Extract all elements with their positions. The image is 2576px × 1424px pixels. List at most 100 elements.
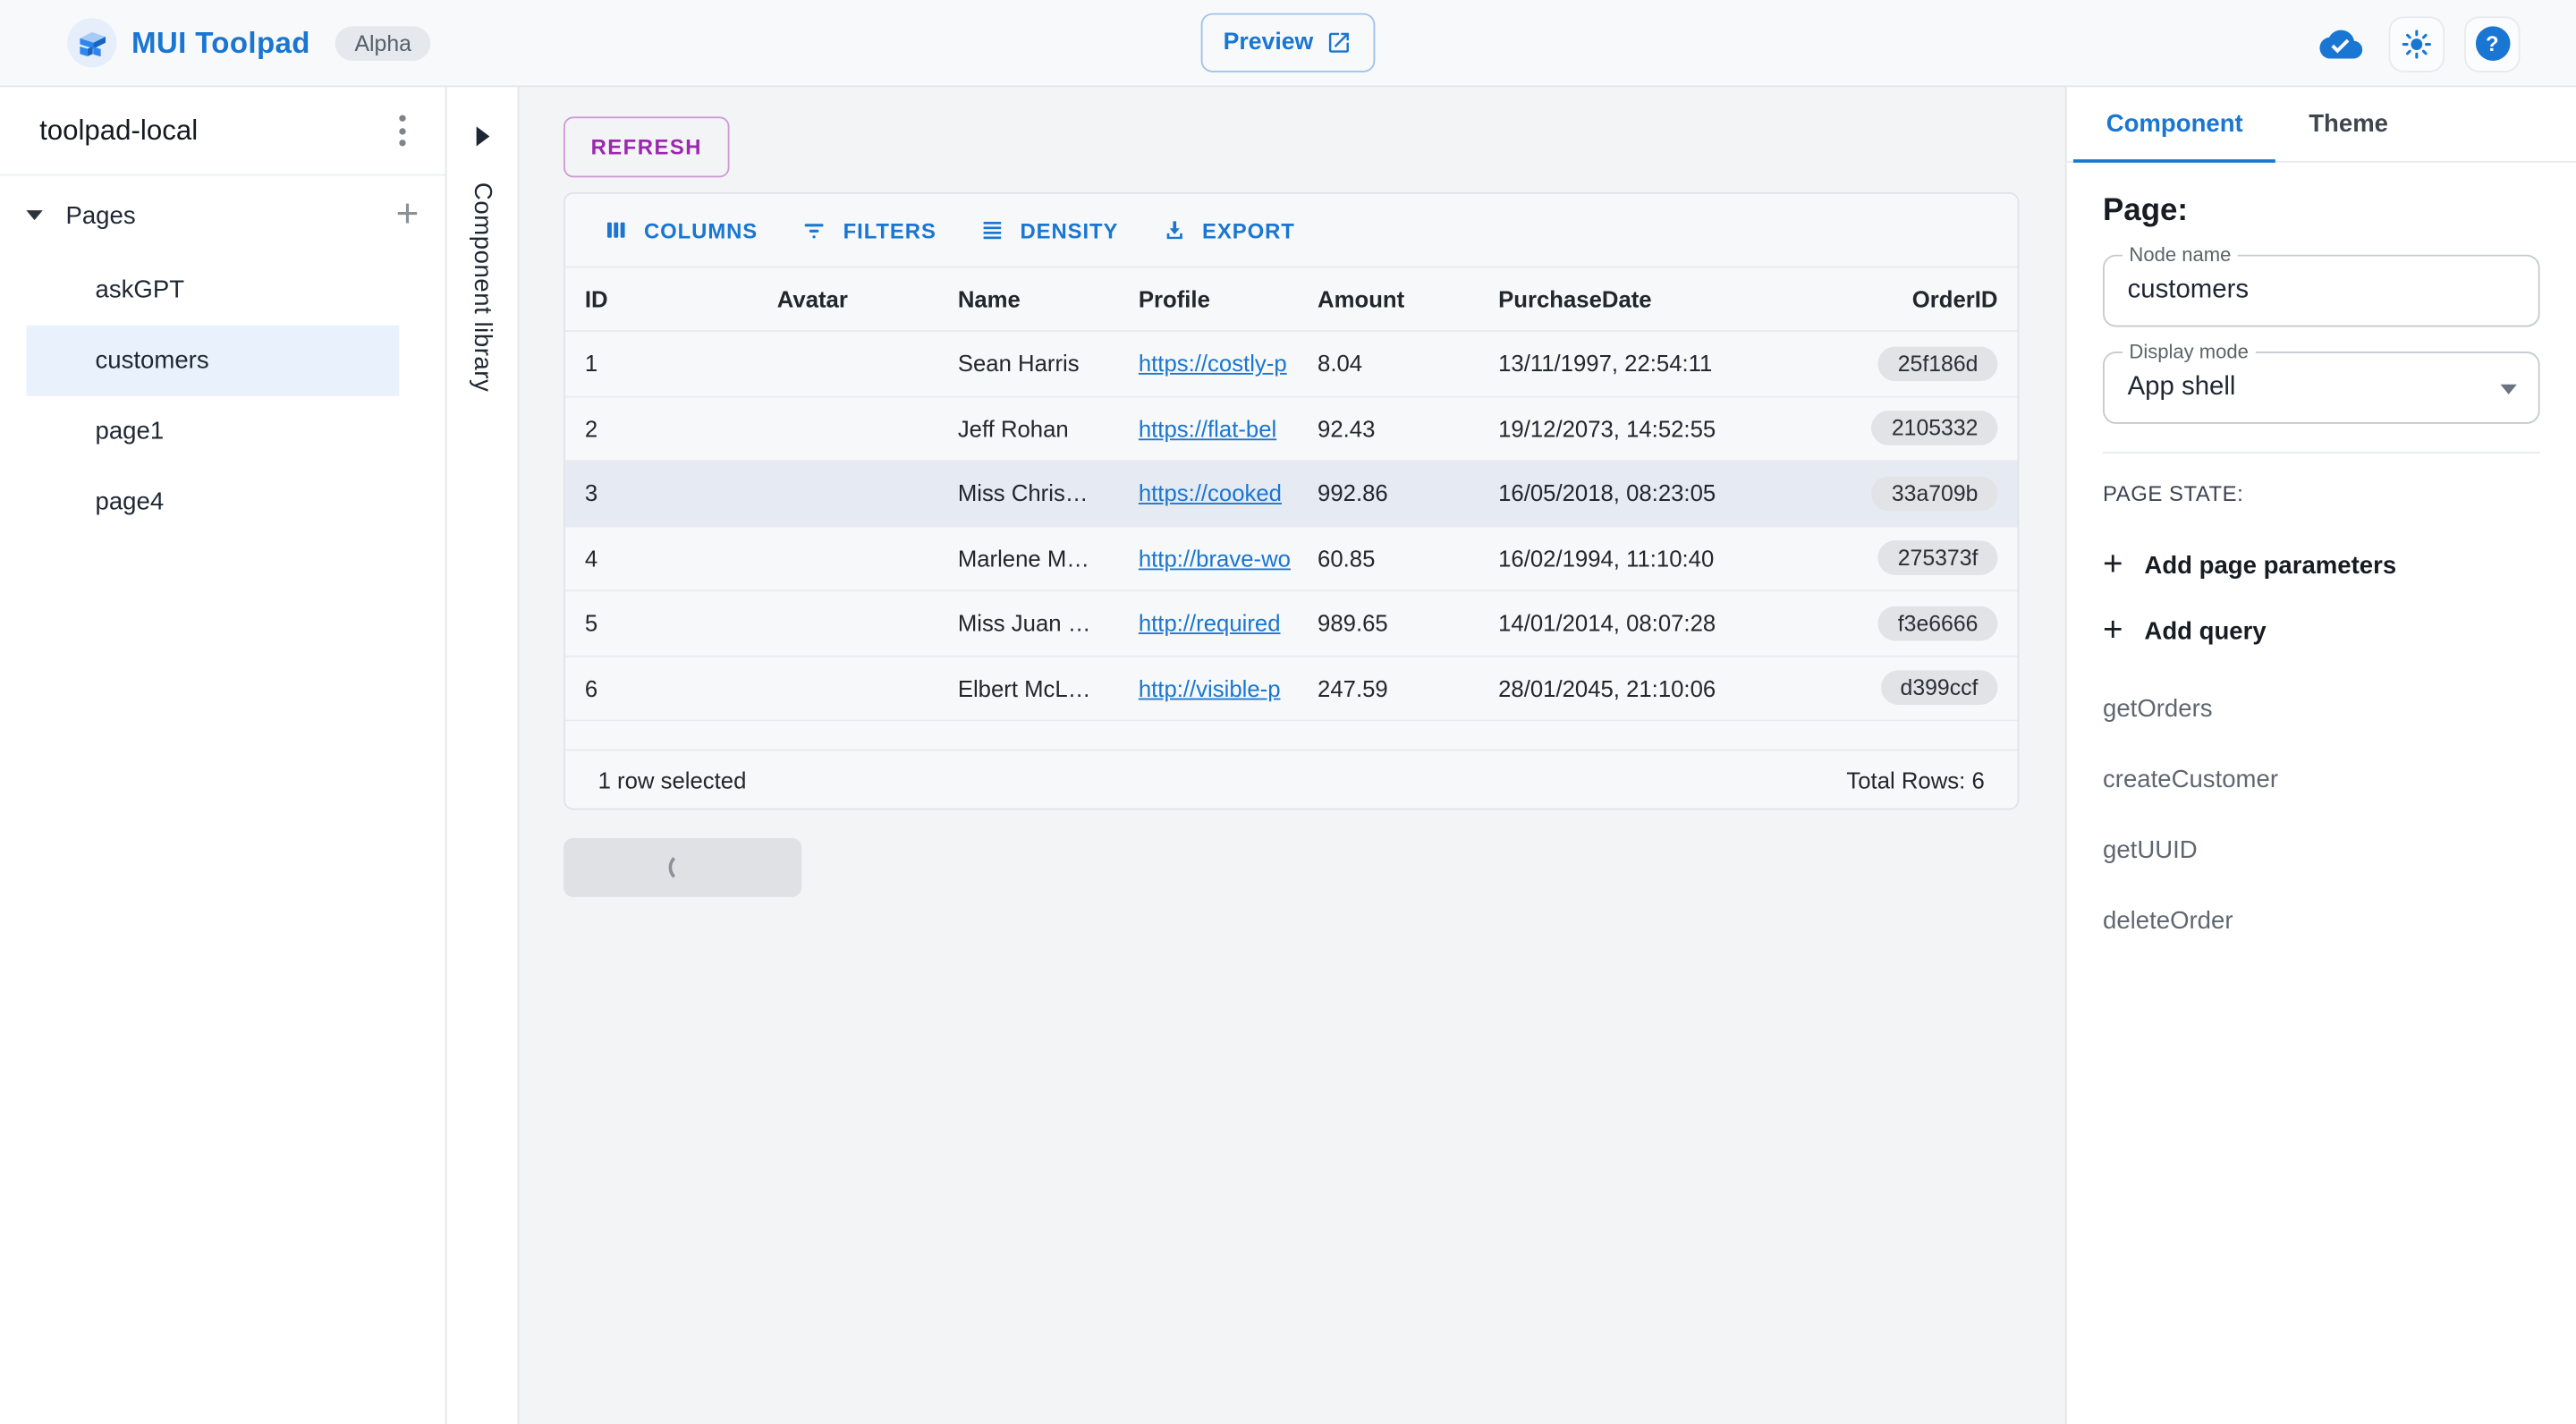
divider <box>2103 452 2540 453</box>
loading-spinner-icon <box>668 852 698 882</box>
table-row[interactable]: 5 Miss Juan … http://required 989.65 14/… <box>565 591 2018 657</box>
cell-name: Jeff Rohan <box>938 415 1119 441</box>
expand-library-icon[interactable] <box>476 126 489 146</box>
app-title: MUI Toolpad <box>131 25 310 60</box>
preview-label: Preview <box>1224 30 1314 55</box>
display-mode-label: Display mode <box>2123 340 2255 363</box>
query-item-getorders[interactable]: getOrders <box>2103 695 2540 723</box>
cell-id: 3 <box>565 480 758 506</box>
orderid-chip: 275373f <box>1878 541 1998 576</box>
orderid-chip: 2105332 <box>1872 411 1998 446</box>
columns-icon <box>603 216 629 242</box>
cell-amount: 247.59 <box>1298 674 1479 700</box>
table-row[interactable]: 2 Jeff Rohan https://flat-bel 92.43 19/1… <box>565 397 2018 462</box>
query-item-getuuid[interactable]: getUUID <box>2103 836 2540 864</box>
toolpad-logo-icon <box>67 18 116 67</box>
node-name-field[interactable]: Node name customers <box>2103 255 2540 327</box>
explorer-sidebar: toolpad-local Pages + askGPT customers p… <box>0 87 447 1424</box>
query-item-deleteorder[interactable]: deleteOrder <box>2103 907 2540 935</box>
density-button[interactable]: DENSITY <box>961 207 1136 252</box>
sun-icon <box>2400 27 2433 60</box>
sidebar-item-customers[interactable]: customers <box>26 326 399 396</box>
grid-toolbar: COLUMNS FILTERS <box>565 194 2018 267</box>
sidebar-item-page4[interactable]: page4 <box>26 467 399 538</box>
cell-purchasedate: 14/01/2014, 08:07:28 <box>1479 610 1807 636</box>
cell-purchasedate: 13/11/1997, 22:54:11 <box>1479 351 1807 377</box>
profile-link[interactable]: https://cooked <box>1139 480 1282 506</box>
inspector-tabs: Component Theme <box>2067 87 2576 162</box>
column-header-profile[interactable]: Profile <box>1119 286 1298 312</box>
page-title: Page: <box>2103 194 2540 230</box>
tab-theme[interactable]: Theme <box>2275 87 2420 162</box>
cell-id: 2 <box>565 415 758 441</box>
open-in-new-icon <box>1326 30 1352 55</box>
cell-amount: 60.85 <box>1298 545 1479 571</box>
grid-header-row: ID Avatar Name Profile Amount PurchaseDa… <box>565 267 2018 332</box>
table-row[interactable]: 4 Marlene M… http://brave-wo 60.85 16/02… <box>565 527 2018 592</box>
filter-icon <box>801 216 828 244</box>
theme-toggle-button[interactable] <box>2389 15 2445 71</box>
column-header-name[interactable]: Name <box>938 286 1119 312</box>
preview-button[interactable]: Preview <box>1201 13 1376 72</box>
cell-name: Elbert McL… <box>938 674 1119 700</box>
cell-purchasedate: 16/05/2018, 08:23:05 <box>1479 480 1807 506</box>
display-mode-value: App shell <box>2128 373 2236 403</box>
column-header-amount[interactable]: Amount <box>1298 286 1479 312</box>
query-item-createcustomer[interactable]: createCustomer <box>2103 766 2540 793</box>
project-menu-button[interactable] <box>389 106 415 157</box>
cell-purchasedate: 19/12/2073, 14:52:55 <box>1479 415 1807 441</box>
sidebar-item-askgpt[interactable]: askGPT <box>26 255 399 326</box>
add-query-button[interactable]: + Add query <box>2103 616 2540 646</box>
loading-button[interactable] <box>564 838 801 897</box>
inspector-panel: Component Theme Page: Node name customer… <box>2065 87 2576 1424</box>
cloud-synced-icon[interactable] <box>2313 15 2368 71</box>
column-header-avatar[interactable]: Avatar <box>758 286 938 312</box>
cell-id: 6 <box>565 674 758 700</box>
cell-name: Miss Chris… <box>938 480 1119 506</box>
page-state-label: PAGE STATE: <box>2103 481 2540 506</box>
add-page-parameters-button[interactable]: + Add page parameters <box>2103 550 2540 580</box>
selection-status: 1 row selected <box>598 767 747 793</box>
display-mode-select[interactable]: Display mode App shell <box>2103 352 2540 424</box>
download-icon <box>1161 216 1187 242</box>
columns-button[interactable]: COLUMNS <box>585 207 775 252</box>
cell-name: Miss Juan … <box>938 610 1119 636</box>
column-header-id[interactable]: ID <box>565 286 758 312</box>
profile-link[interactable]: https://costly-p <box>1139 351 1287 377</box>
refresh-button[interactable]: REFRESH <box>564 116 730 177</box>
plus-icon: + <box>2103 616 2123 646</box>
cell-amount: 8.04 <box>1298 351 1479 377</box>
add-page-button[interactable]: + <box>396 199 419 232</box>
cell-purchasedate: 28/01/2045, 21:10:06 <box>1479 674 1807 700</box>
orderid-chip: 33a709b <box>1872 476 1998 511</box>
alpha-badge: Alpha <box>335 25 431 60</box>
profile-link[interactable]: http://brave-wo <box>1139 545 1291 571</box>
component-library-panel: Component library <box>447 87 520 1424</box>
column-header-purchasedate[interactable]: PurchaseDate <box>1479 286 1807 312</box>
sidebar-item-page1[interactable]: page1 <box>26 396 399 467</box>
orderid-chip: f3e6666 <box>1878 606 1998 640</box>
pages-collapse-icon[interactable] <box>26 210 42 220</box>
data-grid: COLUMNS FILTERS <box>564 192 2019 810</box>
tab-component[interactable]: Component <box>2073 87 2276 162</box>
cell-id: 5 <box>565 610 758 636</box>
table-row[interactable]: 1 Sean Harris https://costly-p 8.04 13/1… <box>565 332 2018 397</box>
profile-link[interactable]: http://visible-p <box>1139 674 1281 700</box>
export-button[interactable]: EXPORT <box>1143 207 1313 252</box>
cell-amount: 992.86 <box>1298 480 1479 506</box>
chevron-down-icon <box>2501 385 2517 394</box>
pages-section-label: Pages <box>65 201 395 229</box>
horizontal-scroll-gutter[interactable] <box>565 721 2018 749</box>
grid-footer: 1 row selected Total Rows: 6 <box>565 750 2018 809</box>
table-row-selected[interactable]: 3 Miss Chris… https://cooked 992.86 16/0… <box>565 462 2018 527</box>
profile-link[interactable]: https://flat-bel <box>1139 415 1276 441</box>
project-name: toolpad-local <box>39 114 198 148</box>
component-library-label: Component library <box>468 182 496 392</box>
question-mark-icon: ? <box>2475 26 2510 61</box>
table-row[interactable]: 6 Elbert McL… http://visible-p 247.59 28… <box>565 657 2018 722</box>
filters-button[interactable]: FILTERS <box>783 207 954 254</box>
cell-name: Sean Harris <box>938 351 1119 377</box>
column-header-orderid[interactable]: OrderID <box>1807 286 2017 312</box>
help-button[interactable]: ? <box>2464 15 2520 71</box>
profile-link[interactable]: http://required <box>1139 610 1281 636</box>
